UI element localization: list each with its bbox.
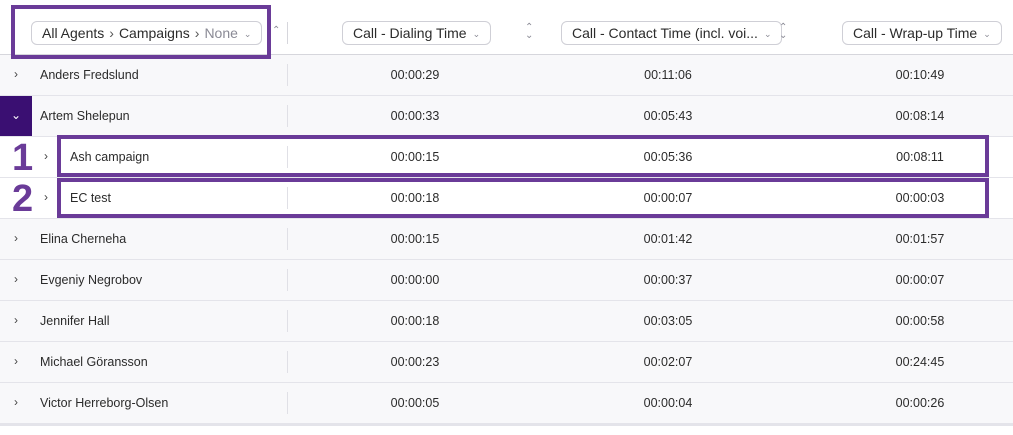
table-row[interactable]: › Jennifer Hall 00:00:18 00:03:05 00:00:… <box>0 301 1013 342</box>
wrapup-time-value: 00:01:57 <box>895 232 945 246</box>
column-contact-time-label: Call - Contact Time (incl. voi... <box>572 25 758 41</box>
table-header: All Agents › Campaigns › None ⌄ ⌃ Call - Dial… <box>0 0 1013 56</box>
breadcrumb-none[interactable]: None <box>204 25 237 41</box>
sort-icon[interactable]: ⌃ ⌄ <box>779 23 787 41</box>
grouping-breadcrumb[interactable]: All Agents › Campaigns › None ⌄ <box>31 21 263 45</box>
table-row[interactable]: ⌄ Artem Shelepun 00:00:33 00:05:43 00:08… <box>0 96 1013 137</box>
table-row[interactable]: › Anders Fredslund 00:00:29 00:11:06 00:… <box>0 55 1013 96</box>
agent-name: Victor Herreborg-Olsen <box>40 396 169 410</box>
chevron-right-icon[interactable]: › <box>0 219 32 259</box>
chevron-right-icon[interactable]: › <box>0 383 32 423</box>
column-wrapup-time[interactable]: Call - Wrap-up Time ⌄ <box>842 21 1002 45</box>
column-divider <box>287 228 288 250</box>
dialing-time-value: 00:00:33 <box>390 109 440 123</box>
column-divider <box>287 351 288 373</box>
wrapup-time-value: 00:08:11 <box>896 150 944 164</box>
chevron-right-icon[interactable]: › <box>30 178 62 218</box>
dialing-time-value: 00:00:29 <box>390 68 440 82</box>
chevron-down-icon[interactable]: ⌄ <box>983 29 991 39</box>
annotation-marker-2: 2 <box>12 178 34 220</box>
wrapup-time-value: 00:10:49 <box>895 68 945 82</box>
sort-icon[interactable]: ⌃ ⌄ <box>525 23 533 41</box>
table-bottom-border <box>0 424 1013 426</box>
contact-time-value: 00:00:37 <box>643 273 693 287</box>
chevron-down-icon[interactable]: ⌄ <box>473 29 481 39</box>
column-divider <box>287 146 288 168</box>
chevron-right-icon[interactable]: › <box>0 55 32 95</box>
agent-name: Evgeniy Negrobov <box>40 273 143 287</box>
column-divider[interactable] <box>287 22 288 44</box>
chevron-down-icon[interactable]: ⌄ <box>0 96 32 136</box>
breadcrumb-separator-icon: › <box>109 25 114 41</box>
column-divider <box>287 392 288 414</box>
column-dialing-time-label: Call - Dialing Time <box>353 25 467 41</box>
chevron-right-icon[interactable]: › <box>0 301 32 341</box>
contact-time-value: 00:01:42 <box>643 232 693 246</box>
table-row[interactable]: › Michael Göransson 00:00:23 00:02:07 00… <box>0 342 1013 383</box>
chevron-right-icon[interactable]: › <box>0 342 32 382</box>
wrapup-time-value: 00:00:03 <box>895 191 945 205</box>
dialing-time-value: 00:00:15 <box>390 232 440 246</box>
contact-time-value: 00:03:05 <box>643 314 693 328</box>
table-row[interactable]: › EC test 00:00:18 00:00:07 00:00:03 <box>0 178 1013 219</box>
dialing-time-value: 00:00:18 <box>390 314 440 328</box>
dialing-time-value: 00:00:15 <box>390 150 440 164</box>
breadcrumb-separator-icon: › <box>194 25 200 41</box>
wrapup-time-value: 00:08:14 <box>895 109 945 123</box>
chevron-down-icon[interactable]: ⌄ <box>764 29 772 39</box>
column-divider <box>287 310 288 332</box>
contact-time-value: 00:05:43 <box>643 109 693 123</box>
contact-time-value: 00:11:06 <box>644 68 692 82</box>
table-row[interactable]: › Evgeniy Negrobov 00:00:00 00:00:37 00:… <box>0 260 1013 301</box>
contact-time-value: 00:02:07 <box>643 355 693 369</box>
wrapup-time-value: 00:00:26 <box>895 396 945 410</box>
dialing-time-value: 00:00:00 <box>390 273 440 287</box>
chevron-down-icon[interactable]: ⌄ <box>244 29 252 39</box>
sort-ascending-icon[interactable]: ⌃ <box>272 26 280 36</box>
campaign-name: EC test <box>70 191 111 205</box>
contact-time-value: 00:05:36 <box>643 150 693 164</box>
wrapup-time-value: 00:00:07 <box>895 273 945 287</box>
contact-time-value: 00:00:07 <box>643 191 693 205</box>
table-row[interactable]: › Ash campaign 00:00:15 00:05:36 00:08:1… <box>0 137 1013 178</box>
column-wrapup-time-label: Call - Wrap-up Time <box>853 25 978 41</box>
contact-time-value: 00:00:04 <box>643 396 693 410</box>
column-divider <box>287 269 288 291</box>
agent-name: Artem Shelepun <box>40 109 130 123</box>
column-divider <box>287 187 288 209</box>
dialing-time-value: 00:00:23 <box>390 355 440 369</box>
campaign-name: Ash campaign <box>70 150 150 164</box>
chevron-right-icon[interactable]: › <box>0 260 32 300</box>
agent-name: Michael Göransson <box>40 355 148 369</box>
wrapup-time-value: 00:24:45 <box>895 355 945 369</box>
wrapup-time-value: 00:00:58 <box>895 314 945 328</box>
column-divider <box>287 105 288 127</box>
column-divider <box>287 64 288 86</box>
breadcrumb-all-agents[interactable]: All Agents <box>42 25 104 41</box>
column-contact-time[interactable]: Call - Contact Time (incl. voi... ⌄ <box>561 21 783 45</box>
agent-name: Jennifer Hall <box>40 314 110 328</box>
annotation-marker-1: 1 <box>12 137 34 179</box>
dialing-time-value: 00:00:18 <box>390 191 440 205</box>
agent-name: Elina Cherneha <box>40 232 127 246</box>
column-dialing-time[interactable]: Call - Dialing Time ⌄ <box>342 21 492 45</box>
table-row[interactable]: › Elina Cherneha 00:00:15 00:01:42 00:01… <box>0 219 1013 260</box>
breadcrumb-campaigns[interactable]: Campaigns <box>119 25 190 41</box>
table-row[interactable]: › Victor Herreborg-Olsen 00:00:05 00:00:… <box>0 383 1013 424</box>
dialing-time-value: 00:00:05 <box>390 396 440 410</box>
chevron-right-icon[interactable]: › <box>30 137 62 177</box>
agent-name: Anders Fredslund <box>40 68 139 82</box>
